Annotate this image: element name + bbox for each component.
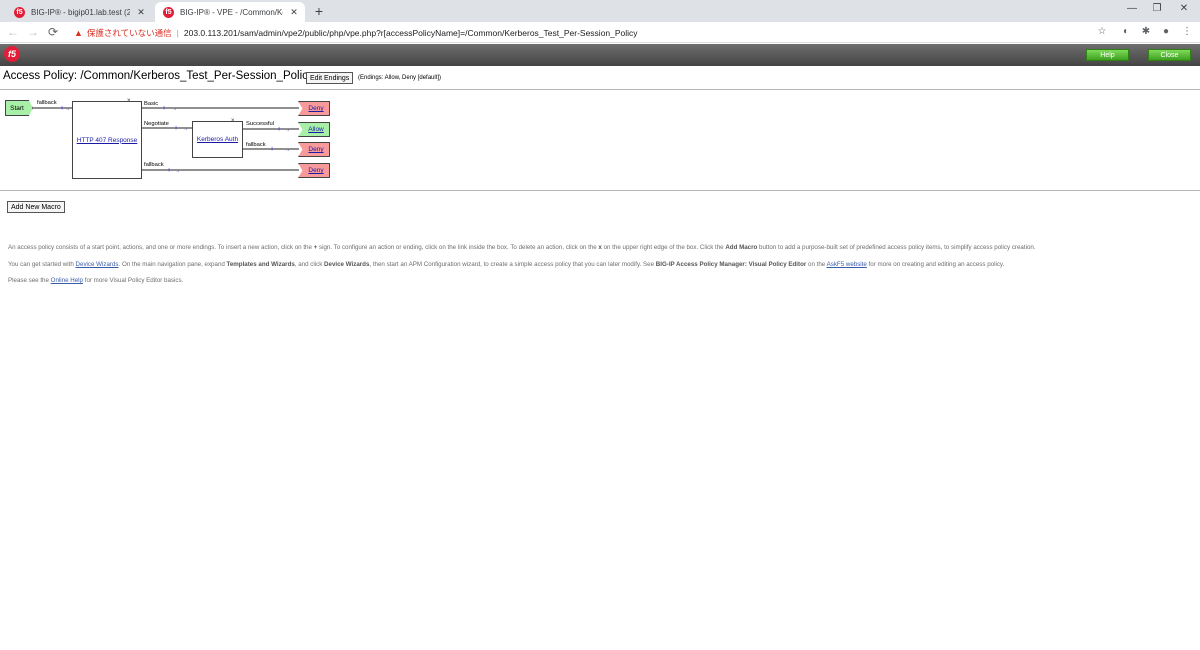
bookmark-star-icon[interactable]: ☆ [1095, 26, 1109, 37]
separator: | [176, 27, 179, 38]
browser-menu-icon[interactable]: ⋮ [1180, 26, 1194, 37]
online-help-link[interactable]: Online Help [51, 277, 83, 284]
edit-endings-button[interactable]: Edit Endings [306, 72, 354, 84]
action-kerberos-auth: × Kerberos Auth [192, 118, 243, 158]
warning-icon: ▲ [74, 27, 83, 38]
insert-action-plus[interactable]: + [270, 146, 274, 153]
browser-tab-strip: f5 BIG-IP® - bigip01.lab.test (203.0 ✕ f… [0, 0, 1200, 22]
action-link-kerberos-auth[interactable]: Kerberos Auth [197, 136, 238, 143]
device-wizards-link[interactable]: Device Wizards [76, 261, 119, 268]
f5-favicon-icon: f5 [14, 6, 25, 18]
browser-tab-bigip[interactable]: f5 BIG-IP® - bigip01.lab.test (203.0 ✕ [6, 2, 152, 22]
minimize-button[interactable]: — [1124, 3, 1140, 14]
insert-action-plus[interactable]: + [174, 125, 178, 132]
branch-label-fallback: fallback [246, 142, 266, 148]
account-icon[interactable]: ● [1159, 26, 1173, 37]
insert-action-plus[interactable]: + [277, 126, 281, 133]
help-text-span: Please see the [8, 277, 51, 284]
branch-label: fallback [37, 100, 57, 106]
ending-link-allow[interactable]: Allow [308, 126, 324, 133]
svg-text:→: → [183, 126, 188, 132]
help-button[interactable]: Help [1086, 49, 1129, 61]
help-text-span: You can get started with [8, 261, 76, 268]
help-text-span: An access policy consists of a start poi… [8, 244, 314, 251]
new-tab-button[interactable]: + [312, 4, 326, 18]
insert-action-plus[interactable]: + [162, 105, 166, 112]
help-text-span: sign. To configure an action or ending, … [317, 244, 599, 251]
add-new-macro-button[interactable]: Add New Macro [7, 201, 65, 213]
tab-title: BIG-IP® - bigip01.lab.test (203.0 [31, 7, 130, 17]
ending-link-deny[interactable]: Deny [308, 146, 323, 153]
ending-allow: Allow [298, 122, 330, 137]
app-header: f5 Help Close [0, 44, 1200, 66]
help-text-span: . On the main navigation pane, expand [118, 261, 227, 268]
profile-badge-icon[interactable]: ◐ [1119, 26, 1133, 37]
policy-flow-canvas: → → → → → → Start fallback + × HTTP 407 … [0, 92, 340, 187]
svg-text:→: → [175, 168, 180, 174]
ending-link-deny[interactable]: Deny [308, 105, 323, 112]
ending-deny: Deny [298, 163, 330, 178]
help-text-span: for more Visual Policy Editor basics. [83, 277, 184, 284]
help-text-span: , then start an APM Configuration wizard… [369, 261, 656, 268]
tab-close-icon[interactable]: ✕ [289, 7, 299, 18]
divider [0, 89, 1200, 90]
tab-close-icon[interactable]: ✕ [136, 7, 146, 18]
divider [0, 190, 1200, 191]
branch-label-negotiate: Negotiate [144, 121, 169, 127]
browser-tab-vpe[interactable]: f5 BIG-IP® - VPE - /Common/Kerb ✕ [155, 2, 305, 22]
browser-toolbar: ← → ⟳ ▲ 保護されていない通信 | 203.0.113.201/sam/a… [0, 22, 1200, 43]
action-link-http-407[interactable]: HTTP 407 Response [77, 137, 138, 144]
help-paragraph-3: Please see the Online Help for more Visu… [8, 277, 183, 284]
help-paragraph-2: You can get started with Device Wizards.… [8, 261, 1004, 268]
ending-deny: Deny [298, 101, 330, 116]
action-http-407-response: × HTTP 407 Response [72, 98, 142, 179]
insert-action-plus[interactable]: + [167, 167, 171, 174]
page-title: Access Policy: /Common/Kerberos_Test_Per… [3, 70, 314, 82]
branch-label-basic: Basic [144, 101, 159, 107]
svg-text:→: → [65, 106, 70, 112]
ending-deny: Deny [298, 142, 330, 157]
url-text[interactable]: 203.0.113.201/sam/admin/vpe2/public/php/… [184, 28, 638, 38]
restore-button[interactable]: ❐ [1149, 3, 1165, 14]
branch-label-successful: Successful [246, 121, 275, 127]
help-text-span: button to add a purpose-built set of pre… [757, 244, 1036, 251]
extensions-icon[interactable]: ✱ [1139, 26, 1153, 37]
svg-text:→: → [285, 127, 290, 133]
delete-action-x-icon[interactable]: × [231, 118, 235, 124]
start-node: Start [5, 100, 33, 116]
help-text-span: for more on creating and editing an acce… [866, 261, 1005, 268]
endings-note: (Endings: Allow, Deny [default]) [358, 75, 442, 81]
delete-action-x-icon[interactable]: × [127, 98, 131, 104]
insert-action-plus[interactable]: + [60, 105, 64, 112]
help-paragraph-1: An access policy consists of a start poi… [8, 244, 1036, 251]
f5-favicon-icon: f5 [163, 6, 174, 18]
forward-button[interactable]: → [26, 25, 40, 39]
ending-link-deny[interactable]: Deny [308, 167, 323, 174]
f5-logo: f5 [4, 46, 20, 62]
askf5-link[interactable]: AskF5 website [827, 261, 867, 268]
help-bold: Templates and Wizards [226, 261, 295, 268]
address-bar[interactable]: ▲ 保護されていない通信 | 203.0.113.201/sam/admin/v… [68, 24, 1108, 41]
svg-text:→: → [172, 106, 177, 112]
branch-label-fallback: fallback [144, 162, 164, 168]
help-bold: Add Macro [725, 244, 758, 251]
window-close-button[interactable]: ✕ [1176, 3, 1192, 14]
back-button[interactable]: ← [6, 25, 20, 39]
help-bold: BIG-IP Access Policy Manager: Visual Pol… [655, 261, 807, 268]
help-text-span: on the [806, 261, 827, 268]
help-text-span: , and click [294, 261, 325, 268]
help-bold: Device Wizards [324, 261, 370, 268]
reload-button[interactable]: ⟳ [46, 25, 60, 39]
tab-title: BIG-IP® - VPE - /Common/Kerb [180, 7, 283, 17]
security-status[interactable]: 保護されていない通信 [87, 27, 172, 39]
close-button[interactable]: Close [1148, 49, 1191, 61]
help-text-span: on the upper right edge of the box. Clic… [601, 244, 726, 251]
svg-text:→: → [285, 147, 290, 153]
